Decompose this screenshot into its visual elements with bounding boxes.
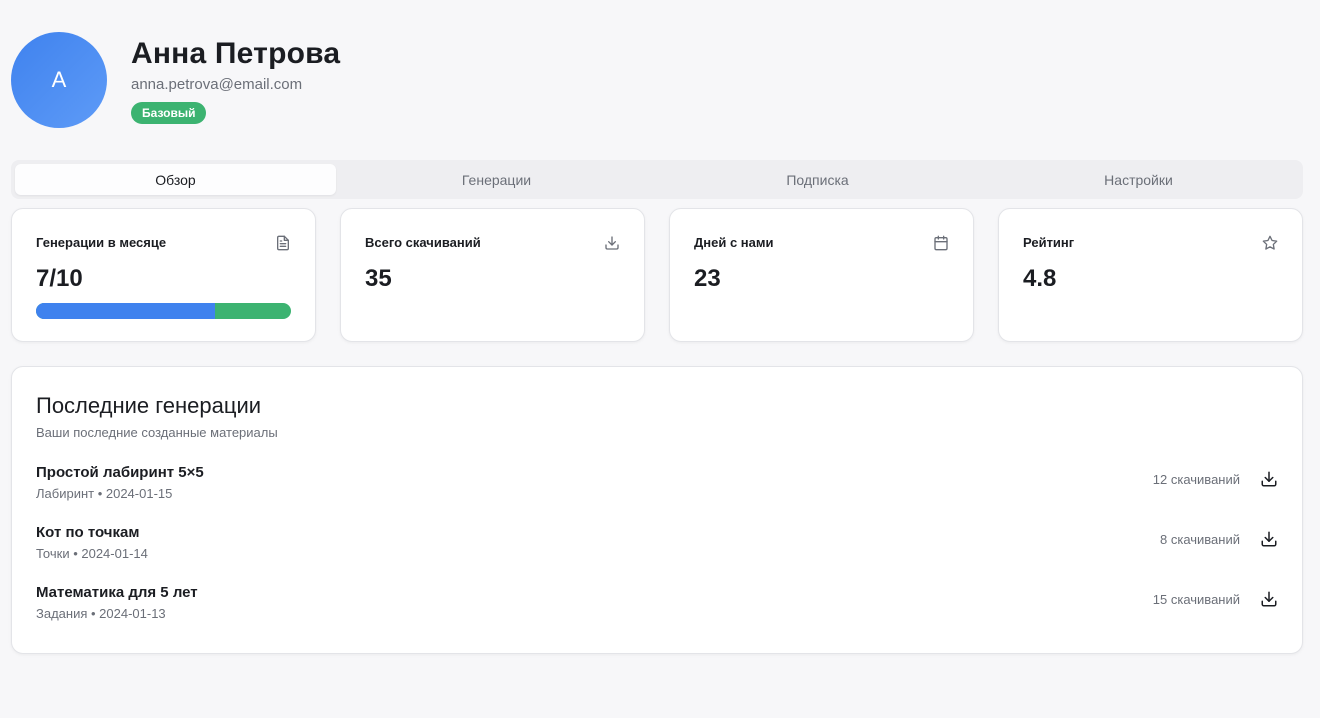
profile-header: А Анна Петрова anna.petrova@email.com Ба… bbox=[11, 32, 340, 128]
stat-card-downloads: Всего скачиваний 35 bbox=[340, 208, 645, 342]
stat-card-rating: Рейтинг 4.8 bbox=[998, 208, 1303, 342]
download-icon[interactable] bbox=[1260, 590, 1278, 608]
stat-card-generations: Генерации в месяце 7/10 bbox=[11, 208, 316, 342]
stat-value: 4.8 bbox=[1023, 265, 1057, 292]
star-icon bbox=[1262, 235, 1278, 251]
generations-list: Простой лабиринт 5×5 Лабиринт • 2024-01-… bbox=[36, 456, 1278, 636]
item-title: Простой лабиринт 5×5 bbox=[36, 464, 204, 481]
stat-value: 7/10 bbox=[36, 265, 83, 292]
list-item: Кот по точкам Точки • 2024-01-14 8 скачи… bbox=[36, 516, 1278, 576]
item-meta: Точки • 2024-01-14 bbox=[36, 546, 148, 561]
tabs-bar: Обзор Генерации Подписка Настройки bbox=[11, 160, 1303, 199]
profile-info: Анна Петрова anna.petrova@email.com Базо… bbox=[131, 36, 340, 124]
stat-value: 23 bbox=[694, 265, 721, 292]
download-icon bbox=[604, 235, 620, 251]
plan-badge: Базовый bbox=[131, 102, 207, 124]
stat-card-days: Дней с нами 23 bbox=[669, 208, 974, 342]
item-title: Кот по точкам bbox=[36, 524, 140, 541]
avatar-letter: А bbox=[51, 67, 67, 92]
user-name: Анна Петрова bbox=[131, 37, 341, 70]
download-icon[interactable] bbox=[1260, 470, 1278, 488]
user-email: anna.petrova@email.com bbox=[131, 76, 303, 93]
calendar-icon bbox=[933, 235, 949, 251]
item-meta: Лабиринт • 2024-01-15 bbox=[36, 486, 173, 501]
document-icon bbox=[275, 235, 291, 251]
download-icon[interactable] bbox=[1260, 530, 1278, 548]
stat-label: Рейтинг bbox=[1023, 235, 1075, 250]
download-count: 12 скачиваний bbox=[1152, 471, 1240, 487]
stat-label: Дней с нами bbox=[694, 235, 774, 250]
stat-value: 35 bbox=[365, 265, 392, 292]
tab-overview[interactable]: Обзор bbox=[15, 164, 336, 195]
item-title: Математика для 5 лет bbox=[36, 584, 198, 601]
list-item: Математика для 5 лет Задания • 2024-01-1… bbox=[36, 576, 1278, 636]
list-item: Простой лабиринт 5×5 Лабиринт • 2024-01-… bbox=[36, 456, 1278, 516]
download-count: 8 скачиваний bbox=[1160, 531, 1240, 547]
stat-label: Всего скачиваний bbox=[365, 235, 481, 250]
tab-generations[interactable]: Генерации bbox=[336, 164, 657, 195]
item-meta: Задания • 2024-01-13 bbox=[36, 606, 166, 621]
tab-settings[interactable]: Настройки bbox=[978, 164, 1299, 195]
progress-fill bbox=[36, 303, 215, 319]
section-title: Последние генерации bbox=[36, 393, 262, 418]
tab-subscription[interactable]: Подписка bbox=[657, 164, 978, 195]
avatar: А bbox=[11, 32, 107, 128]
download-count: 15 скачиваний bbox=[1152, 591, 1240, 607]
section-subtitle: Ваши последние созданные материалы bbox=[36, 425, 278, 440]
stat-label: Генерации в месяце bbox=[36, 235, 167, 250]
recent-generations-card: Последние генерации Ваши последние созда… bbox=[11, 366, 1303, 654]
stats-row: Генерации в месяце 7/10 Всего скачиваний… bbox=[11, 208, 1303, 342]
generations-progress-bar bbox=[36, 303, 291, 319]
